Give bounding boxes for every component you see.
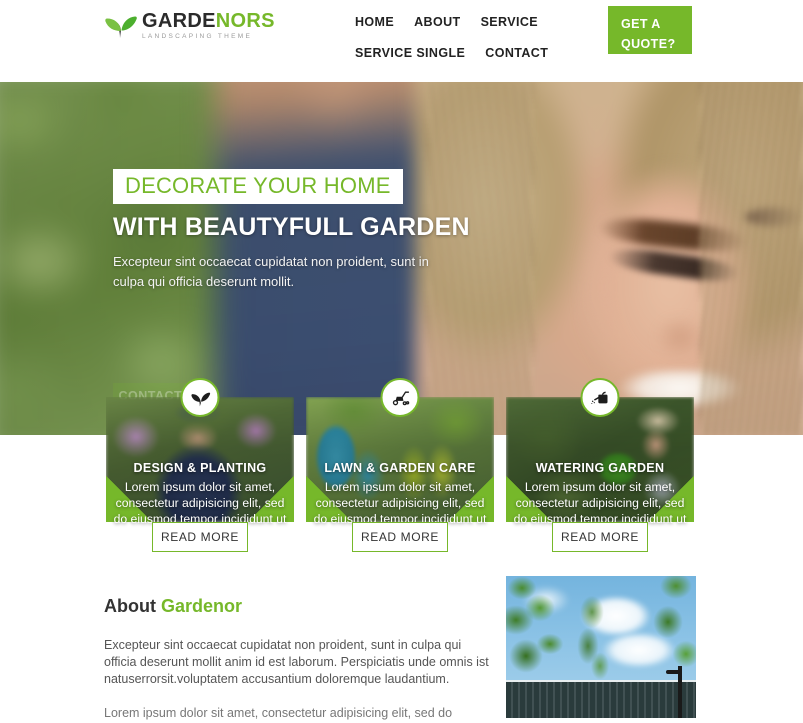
about-image [506, 576, 696, 718]
nav-item-contact[interactable]: CONTACT [485, 46, 548, 60]
site-logo[interactable]: GARDENORS LANDSCAPING THEME [104, 9, 275, 41]
nav-item-home[interactable]: HOME [355, 15, 394, 29]
about-image-tree-right [646, 576, 696, 680]
nav-item-about[interactable]: ABOUT [414, 15, 460, 29]
quote-button-line1: GET A [621, 16, 661, 31]
nav-item-service[interactable]: SERVICE [481, 15, 538, 29]
quote-button-line2: QUOTE? [621, 36, 676, 51]
service-card-title: DESIGN & PLANTING [133, 461, 267, 475]
main-navigation: HOME ABOUT SERVICE SERVICE SINGLE CONTAC… [355, 15, 600, 77]
get-a-quote-button[interactable]: GET A QUOTE? [608, 6, 692, 54]
about-paragraph-2: Lorem ipsum dolor sit amet, consectetur … [104, 706, 453, 720]
about-image-tree-left [506, 576, 564, 688]
about-heading: About Gardenor [104, 595, 494, 617]
service-card-read-more-button[interactable]: READ MORE [552, 522, 648, 552]
service-card-title: LAWN & GARDEN CARE [324, 461, 476, 475]
service-card-read-more-button[interactable]: READ MORE [152, 522, 248, 552]
about-image-fence [506, 680, 696, 718]
about-image-tree-middle [570, 590, 616, 682]
hero-content: DECORATE YOUR HOME WITH BEAUTYFULL GARDE… [113, 169, 533, 292]
service-card-read-more-button[interactable]: READ MORE [352, 522, 448, 552]
logo-text-block: GARDENORS LANDSCAPING THEME [142, 9, 275, 41]
about-heading-accent: Gardenor [160, 596, 243, 616]
hero-tagline: DECORATE YOUR HOME [113, 169, 403, 204]
service-card-lawn-garden-care[interactable]: LAWN & GARDEN CARE Lorem ipsum dolor sit… [306, 378, 494, 552]
hero-description: Excepteur sint occaecat cupidatat non pr… [113, 254, 429, 289]
site-header: GARDENORS LANDSCAPING THEME HOME ABOUT S… [0, 0, 803, 82]
nav-row-secondary: SERVICE SINGLE CONTACT [355, 46, 600, 60]
service-card-watering-garden[interactable]: WATERING GARDEN Lorem ipsum dolor sit am… [506, 378, 694, 552]
nav-row-primary: HOME ABOUT SERVICE [355, 15, 600, 29]
lawn-mower-icon [380, 378, 420, 417]
about-paragraph-1: Excepteur sint occaecat cupidatat non pr… [104, 638, 489, 686]
logo-title-green: NORS [215, 10, 275, 32]
hero-title: WITH BEAUTYFULL GARDEN [113, 213, 470, 241]
leaf-sprout-icon [105, 16, 137, 38]
about-text-column: About Gardenor Excepteur sint occaecat c… [104, 595, 494, 723]
logo-title: GARDENORS [142, 11, 275, 31]
service-card-design-planting[interactable]: DESIGN & PLANTING Lorem ipsum dolor sit … [106, 378, 294, 552]
about-image-pipe-top [666, 670, 682, 674]
logo-subtitle: LANDSCAPING THEME [142, 33, 253, 40]
service-card-title: WATERING GARDEN [535, 461, 665, 475]
page-root: GARDENORS LANDSCAPING THEME HOME ABOUT S… [0, 0, 803, 723]
about-heading-plain: About [104, 596, 161, 616]
nav-item-service-single[interactable]: SERVICE SINGLE [355, 46, 465, 60]
leaf-sprout-icon [180, 378, 220, 417]
logo-title-dark: GARDE [142, 10, 216, 32]
watering-can-icon [580, 378, 620, 417]
